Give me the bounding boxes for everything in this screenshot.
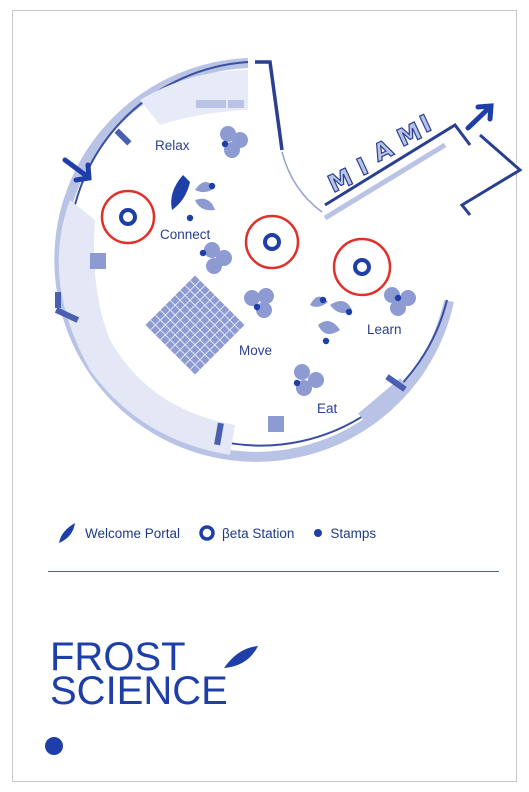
legend-welcome-portal: Welcome Portal xyxy=(57,521,180,545)
legend-beta-station: βeta Station xyxy=(198,524,294,542)
divider xyxy=(48,571,499,572)
welcome-portal-icon xyxy=(59,523,75,543)
frost-science-logo: FROST SCIENCE xyxy=(45,637,258,755)
stamp-icon xyxy=(314,529,323,537)
legend-stamps-label: Stamps xyxy=(330,525,377,541)
legend-welcome-portal-label: Welcome Portal xyxy=(85,525,181,541)
zone-label-eat: Eat xyxy=(317,401,338,416)
logo-line-2: SCIENCE xyxy=(50,669,228,713)
logo-leaf-icon xyxy=(224,646,258,668)
legend-beta-station-label: βeta Station xyxy=(222,525,295,541)
miami-letter: M xyxy=(324,163,357,198)
zone-label-connect: Connect xyxy=(160,227,211,242)
stamp-icon xyxy=(345,308,353,316)
map-legend: Welcome Portal βeta Station Stamps xyxy=(57,515,507,551)
miami-letter: I xyxy=(353,152,373,181)
stamp-icon xyxy=(394,294,402,302)
beta-station-icon xyxy=(199,525,215,541)
stamp-icon xyxy=(322,337,330,345)
floor-map: M I A M I Relax Connect Move Learn Eat xyxy=(54,58,523,462)
zone-label-learn: Learn xyxy=(367,322,402,337)
stamp-icon xyxy=(221,140,229,148)
stamp-icon xyxy=(253,303,261,311)
stamp-icon xyxy=(186,214,194,222)
stamp-icon xyxy=(293,379,301,387)
stamp-icon xyxy=(319,296,327,304)
stamp-icon xyxy=(199,249,207,257)
legend-stamps: Stamps xyxy=(312,526,376,541)
zone-label-relax: Relax xyxy=(155,138,190,153)
stamp-icon xyxy=(208,182,216,190)
zone-label-move: Move xyxy=(239,343,272,358)
logo-dot-icon xyxy=(45,737,63,755)
